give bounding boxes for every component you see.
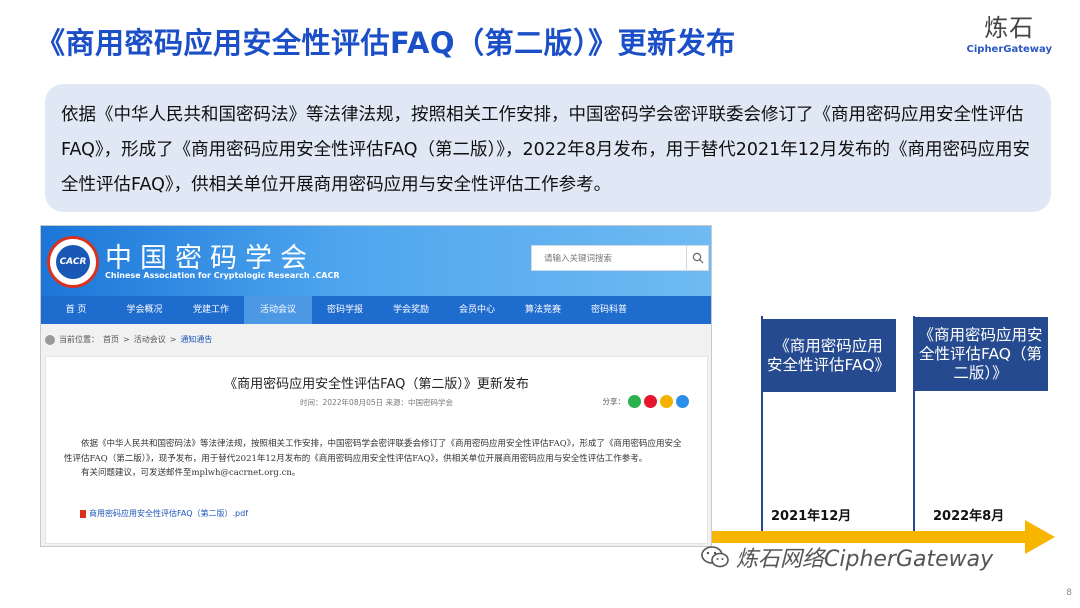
- wechat-share-icon[interactable]: [628, 395, 641, 408]
- brand-logo: 炼石 CipherGateway: [967, 14, 1052, 55]
- nav-item-science[interactable]: 密码科普: [576, 296, 642, 324]
- breadcrumb-current[interactable]: 通知通告: [180, 334, 212, 345]
- nav-item-competition[interactable]: 算法竞赛: [510, 296, 576, 324]
- nav-item-journal[interactable]: 密码学报: [312, 296, 378, 324]
- watermark: 炼石网络CipherGateway: [700, 541, 993, 573]
- article-paragraph: 依据《中华人民共和国密码法》等法律法规，按照相关工作安排，中国密码学会密评联委会…: [64, 439, 682, 464]
- wechat-icon: [701, 546, 729, 568]
- cacr-logo-text: CACR: [56, 245, 90, 279]
- site-header: CACR 中国密码学会 Chinese Association for Cryp…: [41, 226, 711, 296]
- home-icon: [45, 334, 55, 345]
- breadcrumb-prefix: 当前位置：: [59, 335, 99, 344]
- article-body: 依据《中华人民共和国密码法》等法律法规，按照相关工作安排，中国密码学会密评联委会…: [64, 437, 687, 481]
- watermark-text: 炼石网络CipherGateway: [736, 547, 994, 572]
- brand-name-en: CipherGateway: [966, 44, 1052, 55]
- article-contact: 有关问题建议，可发送邮件至mplwh@cacrnet.org.cn。: [81, 468, 301, 478]
- breadcrumb-section[interactable]: 活动会议: [134, 334, 166, 345]
- nav-item-home[interactable]: 首 页: [41, 296, 111, 324]
- nav-item-events[interactable]: 活动会议: [244, 296, 312, 324]
- share-bar: 分享：: [602, 395, 689, 408]
- search-button[interactable]: [687, 245, 709, 271]
- page-number: 8: [1066, 588, 1072, 598]
- weibo-share-icon[interactable]: [644, 395, 657, 408]
- attachment-link[interactable]: 商用密码应用安全性评估FAQ（第二版）.pdf: [80, 508, 248, 519]
- website-screenshot: CACR 中国密码学会 Chinese Association for Cryp…: [40, 225, 712, 547]
- breadcrumb-separator: >: [169, 335, 177, 344]
- search-icon: [692, 252, 703, 264]
- attachment-name: 商用密码应用安全性评估FAQ（第二版）.pdf: [89, 509, 249, 518]
- nav-item-about[interactable]: 学会概况: [111, 296, 178, 324]
- qzone-share-icon[interactable]: [660, 395, 673, 408]
- cacr-logo[interactable]: CACR: [47, 236, 99, 288]
- timeline-card-faq-v1: 《商用密码应用安全性评估FAQ》: [761, 319, 896, 392]
- slide-title: 《商用密码应用安全性评估FAQ（第二版）》更新发布: [36, 26, 736, 60]
- pdf-icon: [80, 509, 86, 518]
- qq-share-icon[interactable]: [676, 395, 689, 408]
- brand-name-cn: 炼石: [984, 14, 1035, 42]
- site-nav: 首 页 学会概况 党建工作 活动会议 密码学报 学会奖励 会员中心 算法竞赛 密…: [41, 296, 711, 324]
- site-name-en: Chinese Association for Cryptologic Rese…: [105, 271, 340, 280]
- breadcrumb: 当前位置： 首页 > 活动会议 > 通知通告: [45, 334, 212, 345]
- summary-text: 依据《中华人民共和国密码法》等法律法规，按照相关工作安排，中国密码学会密评联委会…: [45, 84, 1051, 212]
- nav-item-party[interactable]: 党建工作: [178, 296, 244, 324]
- timeline-card-faq-v2: 《商用密码应用安全性评估FAQ（第二版）》: [913, 317, 1048, 391]
- site-name-cn: 中国密码学会: [105, 243, 315, 274]
- breadcrumb-separator: >: [123, 335, 130, 344]
- breadcrumb-home[interactable]: 首页: [103, 334, 119, 345]
- article-title: 《商用密码应用安全性评估FAQ（第二版）》更新发布: [224, 377, 529, 392]
- article-panel: 《商用密码应用安全性评估FAQ（第二版）》更新发布 时间：2022年08月05日…: [45, 356, 708, 544]
- nav-item-members[interactable]: 会员中心: [444, 296, 510, 324]
- nav-item-awards[interactable]: 学会奖励: [378, 296, 444, 324]
- site-search-input[interactable]: 请输入关键词搜索: [531, 245, 687, 271]
- share-label: 分享：: [602, 397, 626, 406]
